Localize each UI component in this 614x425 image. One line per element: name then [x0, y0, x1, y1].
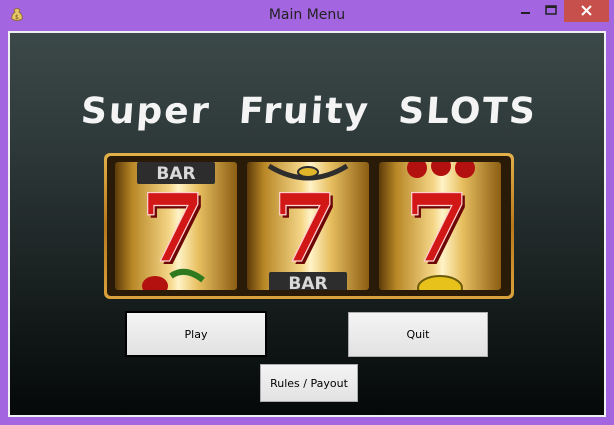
maximize-button[interactable] [538, 0, 564, 22]
slot-machine: BAR 7 7 7 7 BAR 7 7 [104, 153, 514, 299]
minimize-button[interactable] [512, 0, 538, 22]
close-icon [581, 5, 592, 16]
rules-payout-button[interactable]: Rules / Payout [260, 364, 358, 402]
reel-2: 7 7 BAR [247, 162, 369, 290]
svg-text:7: 7 [140, 174, 205, 284]
reel-1: BAR 7 7 [115, 162, 237, 290]
minimize-icon [521, 12, 530, 14]
maximize-icon [545, 5, 557, 15]
play-button[interactable]: Play [125, 311, 267, 357]
bar-icon: BAR [269, 272, 347, 290]
seven-icon: 7 7 [404, 173, 473, 287]
game-window: $ Main Menu Super Fruity SLOTS BAR 7 7 7… [0, 0, 614, 425]
seven-icon: 7 7 [272, 173, 341, 287]
game-title: Super Fruity SLOTS [79, 91, 539, 132]
title-bar[interactable]: $ Main Menu [0, 0, 614, 30]
game-area: Super Fruity SLOTS BAR 7 7 7 7 BAR 7 7 P… [8, 31, 606, 417]
close-button[interactable] [564, 0, 609, 22]
svg-text:7: 7 [404, 174, 469, 284]
seven-icon: 7 7 [140, 173, 209, 287]
reel-3: 7 7 [379, 162, 501, 290]
quit-button[interactable]: Quit [348, 312, 488, 357]
bar-label: BAR [288, 274, 327, 290]
svg-text:7: 7 [272, 174, 337, 284]
